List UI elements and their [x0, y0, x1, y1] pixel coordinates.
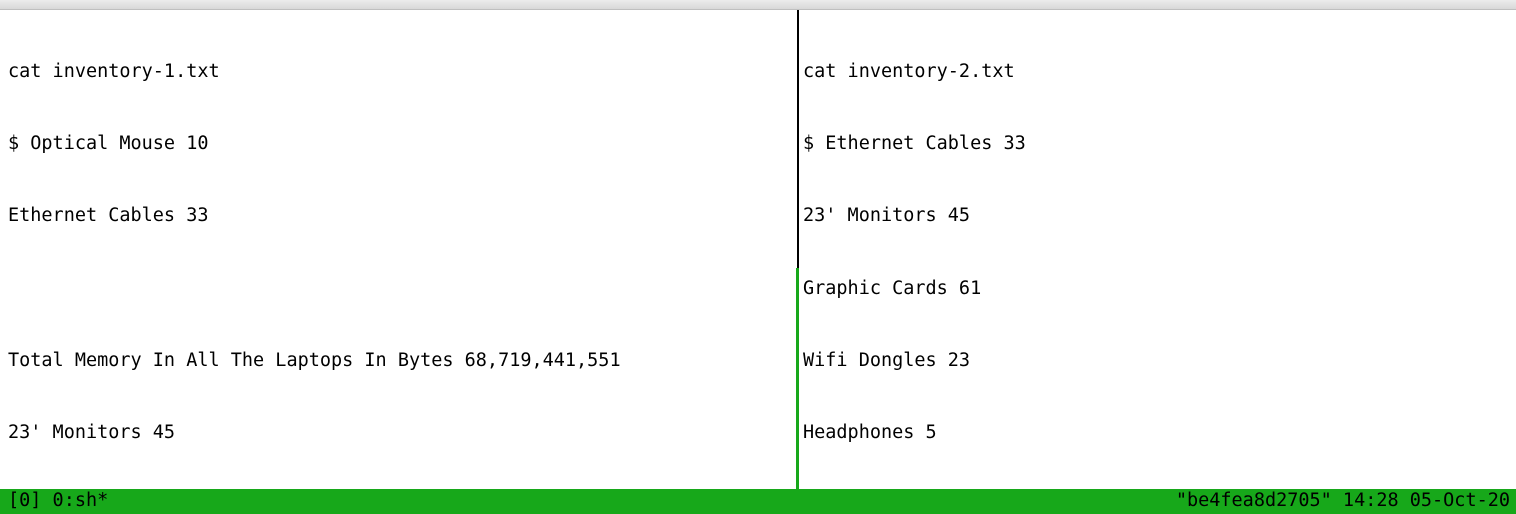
terminal-line: Headphones 5 — [803, 421, 1508, 445]
right-terminal-pane[interactable]: cat inventory-2.txt $ Ethernet Cables 33… — [799, 10, 1516, 489]
statusbar-session-window: [0] 0:sh* — [8, 489, 108, 513]
terminal-line: 23' Monitors 45 — [803, 204, 1508, 228]
terminal-line: Graphic Cards 61 — [803, 277, 1508, 301]
left-terminal-pane[interactable]: cat inventory-1.txt $ Optical Mouse 10 E… — [0, 10, 796, 489]
terminal-line — [8, 277, 788, 301]
terminal-line: Ethernet Cables 33 — [8, 204, 788, 228]
terminal-line: cat inventory-1.txt — [8, 60, 788, 84]
window-titlebar — [0, 0, 1516, 10]
tmux-statusbar[interactable]: [0] 0:sh* "be4fea8d2705" 14:28 05-Oct-20 — [0, 489, 1516, 514]
divider-inactive-part — [797, 10, 799, 268]
pane-divider[interactable] — [796, 10, 799, 489]
tmux-panes: cat inventory-1.txt $ Optical Mouse 10 E… — [0, 10, 1516, 489]
terminal-line: $ Ethernet Cables 33 — [803, 132, 1508, 156]
terminal-line: cat inventory-2.txt — [803, 60, 1508, 84]
terminal-line: $ Optical Mouse 10 — [8, 132, 788, 156]
statusbar-host-time: "be4fea8d2705" 14:28 05-Oct-20 — [1176, 489, 1510, 513]
terminal-line: 23' Monitors 45 — [8, 421, 788, 445]
terminal-line: Wifi Dongles 23 — [803, 349, 1508, 373]
divider-active-part — [796, 268, 799, 489]
terminal-line: Total Memory In All The Laptops In Bytes… — [8, 349, 788, 373]
